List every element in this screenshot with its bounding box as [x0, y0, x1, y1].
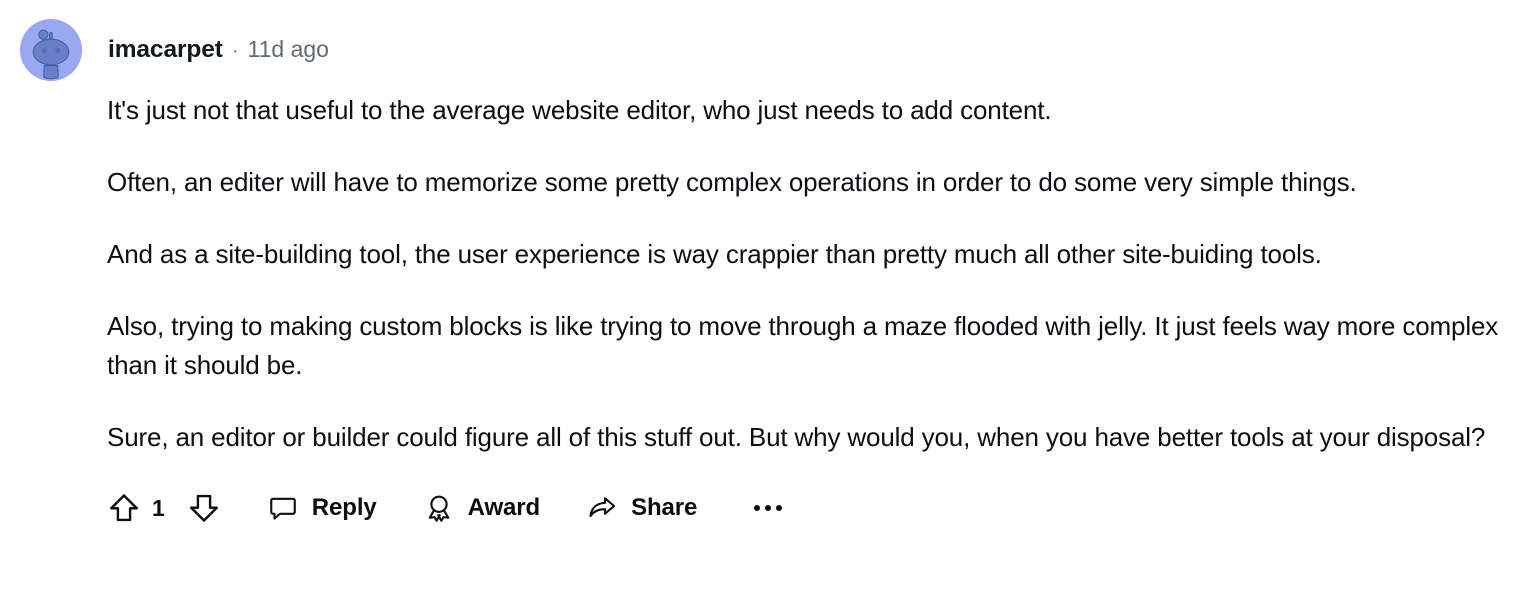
- more-options-button[interactable]: [751, 491, 785, 525]
- downvote-button[interactable]: [187, 491, 221, 525]
- award-ribbon-icon: [423, 492, 455, 524]
- share-arrow-icon: [586, 492, 618, 524]
- upvote-arrow-icon: [110, 494, 138, 522]
- comment-paragraph: It's just not that useful to the average…: [107, 95, 1052, 125]
- downvote-arrow-icon: [189, 494, 218, 522]
- reply-label: Reply: [311, 494, 377, 521]
- comment-byline: imacarpet · 11d ago: [108, 36, 329, 64]
- share-button[interactable]: Share: [586, 492, 697, 524]
- ellipsis-icon: [754, 505, 783, 511]
- comment-action-bar: 1 Reply Award Share: [16, 485, 1519, 531]
- vote-group: 1: [107, 485, 221, 531]
- comment-paragraph: Sure, an editor or builder could figure …: [107, 422, 1486, 452]
- award-label: Award: [467, 494, 541, 521]
- comment-header: imacarpet · 11d ago: [16, 18, 1519, 82]
- reddit-snoo-avatar-icon: [20, 19, 82, 81]
- upvote-button[interactable]: [107, 491, 141, 525]
- comment-timestamp[interactable]: 11d ago: [248, 36, 329, 63]
- comment-paragraph: Also, trying to making custom blocks is …: [107, 311, 1499, 380]
- byline-separator: ·: [231, 40, 239, 62]
- award-button[interactable]: Award: [423, 492, 540, 524]
- comment-bubble-icon: [267, 492, 299, 524]
- comment-paragraph: And as a site-building tool, the user ex…: [107, 239, 1322, 269]
- vote-count: 1: [152, 494, 165, 521]
- avatar[interactable]: [20, 19, 82, 81]
- share-label: Share: [631, 494, 698, 521]
- comment-container: imacarpet · 11d ago It's just not that u…: [0, 0, 1535, 616]
- comment-author-username[interactable]: imacarpet: [108, 36, 223, 64]
- comment-paragraph: Often, an editer will have to memorize s…: [107, 167, 1357, 197]
- comment-body: It's just not that useful to the average…: [16, 91, 1519, 457]
- reply-button[interactable]: Reply: [267, 492, 377, 524]
